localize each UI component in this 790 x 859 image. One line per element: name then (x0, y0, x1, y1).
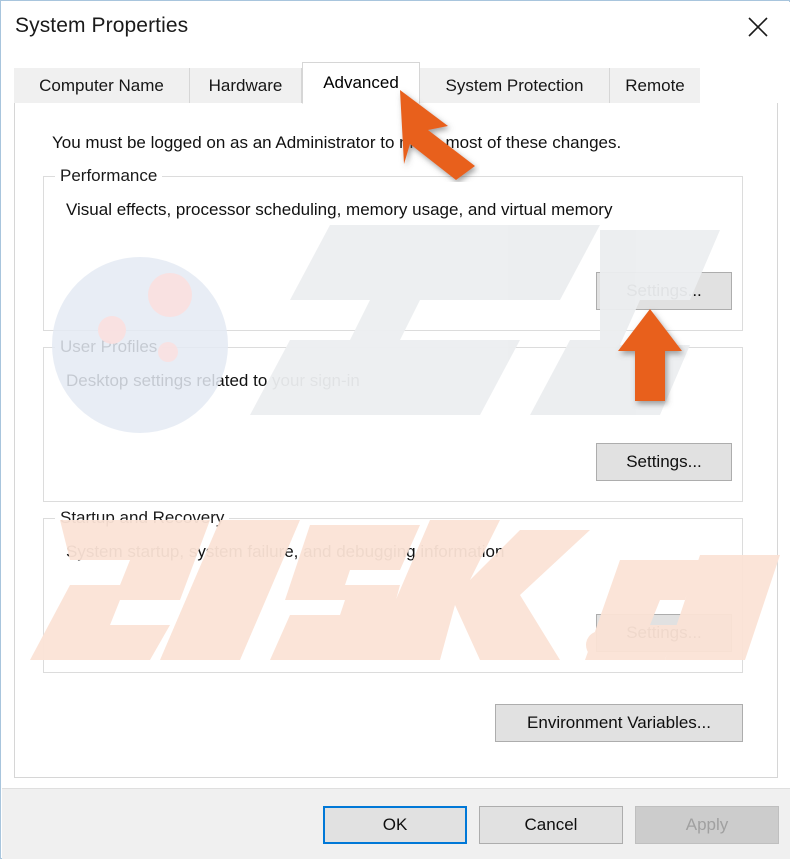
user-profiles-settings-button[interactable]: Settings... (596, 443, 732, 481)
administrator-note: You must be logged on as an Administrato… (52, 133, 622, 152)
title-bar: System Properties (2, 2, 790, 53)
dialog-footer: OK Cancel Apply (2, 788, 790, 859)
tab-hardware[interactable]: Hardware (190, 68, 302, 103)
tab-computer-name[interactable]: Computer Name (14, 68, 190, 103)
tab-label: System Protection (445, 75, 584, 95)
screenshot-root: System Properties Computer Name Hardware (0, 0, 790, 859)
apply-button: Apply (635, 806, 779, 844)
startup-and-recovery-group: Startup and Recovery System startup, sys… (43, 508, 743, 673)
ok-button[interactable]: OK (323, 806, 467, 844)
startup-and-recovery-group-label: Startup and Recovery (55, 508, 230, 528)
user-profiles-description: Desktop settings related to your sign-in (66, 371, 360, 390)
system-properties-window: System Properties Computer Name Hardware (0, 0, 790, 859)
performance-group-label: Performance (55, 166, 163, 186)
tab-strip: Computer Name Hardware Advanced System P… (14, 62, 780, 104)
tab-label: Advanced (323, 73, 399, 92)
performance-description: Visual effects, processor scheduling, me… (66, 200, 613, 219)
advanced-tab-page: You must be logged on as an Administrato… (14, 103, 778, 778)
startup-and-recovery-settings-button[interactable]: Settings... (596, 614, 732, 652)
button-label: Cancel (524, 815, 578, 834)
tab-label: Hardware (208, 75, 283, 95)
tab-label: Remote (625, 75, 685, 95)
cancel-button[interactable]: Cancel (479, 806, 623, 844)
window-body: Computer Name Hardware Advanced System P… (2, 53, 790, 788)
button-label: Settings... (626, 452, 702, 471)
environment-variables-button[interactable]: Environment Variables... (495, 704, 743, 742)
performance-group: Performance Visual effects, processor sc… (43, 166, 743, 331)
button-label: OK (382, 815, 408, 834)
user-profiles-group: User Profiles Desktop settings related t… (43, 337, 743, 502)
tab-remote[interactable]: Remote (610, 68, 700, 103)
tab-system-protection[interactable]: System Protection (420, 68, 610, 103)
startup-and-recovery-description: System startup, system failure, and debu… (66, 542, 505, 561)
user-profiles-group-label: User Profiles (55, 337, 163, 357)
performance-settings-button[interactable]: Settings... (596, 272, 732, 310)
button-label: Settings... (626, 623, 702, 642)
close-icon[interactable] (724, 3, 790, 51)
tab-label: Computer Name (39, 75, 164, 95)
window-title: System Properties (15, 14, 189, 37)
tab-advanced[interactable]: Advanced (302, 62, 420, 104)
button-label: Environment Variables... (527, 713, 711, 732)
button-label: Apply (685, 815, 729, 834)
button-label: Settings... (626, 281, 702, 300)
